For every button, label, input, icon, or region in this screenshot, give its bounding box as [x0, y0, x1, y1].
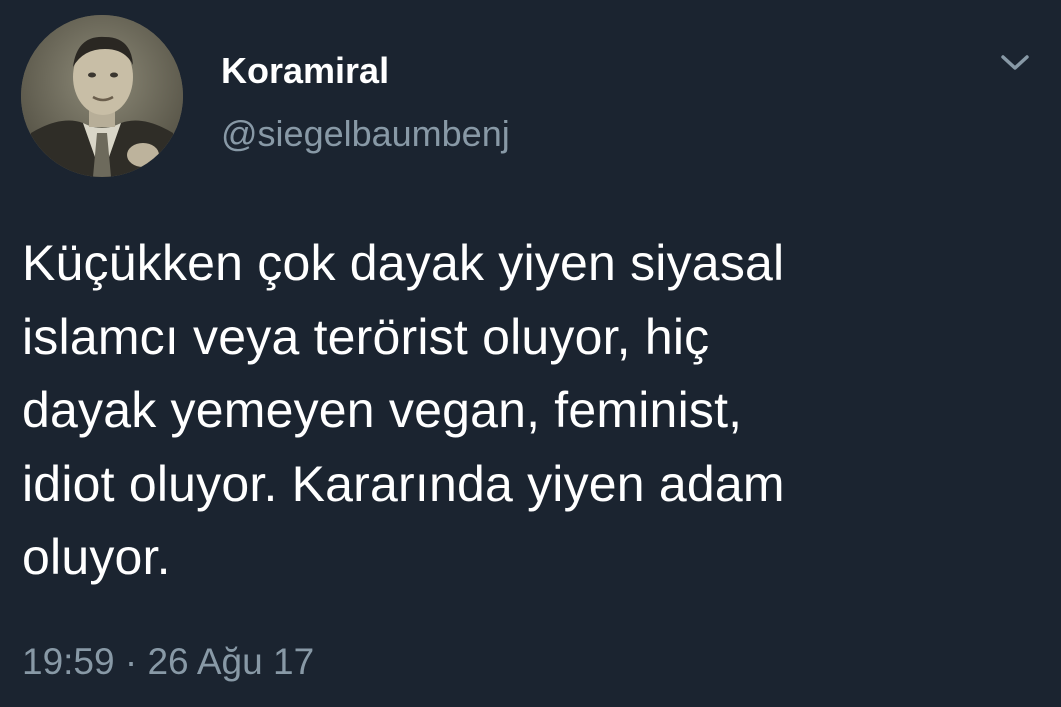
- timestamp-separator: ·: [124, 641, 138, 682]
- tweet-text-line: oluyor.: [22, 529, 171, 585]
- avatar[interactable]: [21, 15, 183, 177]
- tweet-text-line: Küçükken çok dayak yiyen siyasal: [22, 235, 785, 291]
- author-handle[interactable]: @siegelbaumbenj: [221, 110, 510, 158]
- tweet-text-line: dayak yemeyen vegan, feminist,: [22, 382, 743, 438]
- tweet-text-line: idiot oluyor. Kararında yiyen adam: [22, 455, 785, 512]
- profile-photo-icon: [21, 15, 183, 177]
- tweet-timestamp[interactable]: 19:59 · 26 Ağu 17: [22, 637, 314, 687]
- tweet-date: 26 Ağu 17: [147, 641, 315, 682]
- chevron-down-icon[interactable]: [998, 48, 1032, 76]
- tweet-text-line: islamcı veya terörist oluyor, hiç: [22, 308, 710, 365]
- author-display-name[interactable]: Koramiral: [221, 47, 389, 95]
- tweet-time: 19:59: [22, 641, 115, 682]
- tweet-card: Koramiral @siegelbaumbenj Küçükken çok d…: [0, 0, 1061, 707]
- tweet-text: Küçükken çok dayak yiyen siyasal islamcı…: [22, 227, 1032, 595]
